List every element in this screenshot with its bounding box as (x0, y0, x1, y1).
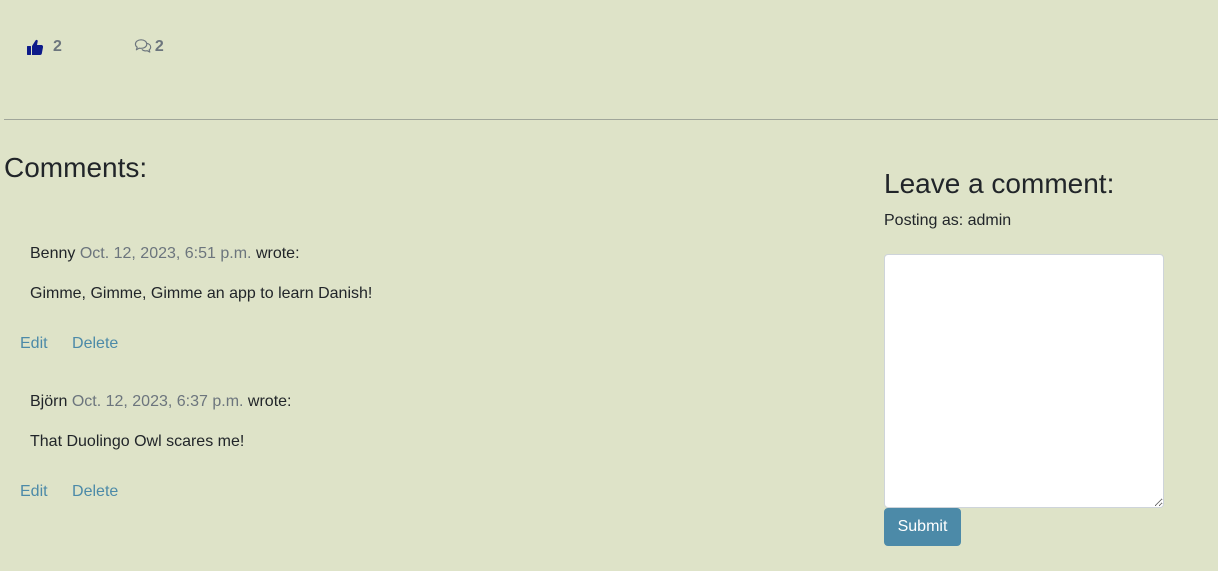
post-detail-page: 2 2 Comments: Benny Oct. 12, 2023, 6:51 … (0, 0, 1218, 571)
comment-author: Björn (30, 393, 68, 410)
post-stats: 2 2 (26, 38, 164, 56)
comments-heading: Comments: (4, 152, 148, 183)
comments-count-link[interactable]: 2 (134, 38, 164, 56)
edit-comment-link[interactable]: Edit (20, 335, 48, 352)
leave-comment-heading: Leave a comment: (884, 168, 1115, 199)
comment-actions: Edit Delete (20, 335, 118, 353)
thumbs-up-icon (26, 38, 44, 56)
likes-count: 2 (53, 38, 62, 55)
comment-meta: Benny Oct. 12, 2023, 6:51 p.m. wrote: (30, 245, 300, 263)
comment-meta: Björn Oct. 12, 2023, 6:37 p.m. wrote: (30, 393, 292, 411)
edit-comment-link[interactable]: Edit (20, 483, 48, 500)
comments-count: 2 (154, 38, 164, 55)
comment-body: Gimme, Gimme, Gimme an app to learn Dani… (30, 285, 373, 302)
comments-icon (134, 38, 152, 56)
comment-actions: Edit Delete (20, 483, 118, 501)
delete-comment-link[interactable]: Delete (72, 483, 118, 500)
comment-date: Oct. 12, 2023, 6:37 p.m. (71, 393, 244, 410)
comment-date: Oct. 12, 2023, 6:51 p.m. (79, 245, 252, 262)
section-divider (4, 119, 1218, 120)
comment-textarea[interactable] (884, 254, 1164, 508)
like-button[interactable]: 2 (26, 38, 62, 56)
comment-body: That Duolingo Owl scares me! (30, 433, 245, 450)
delete-comment-link[interactable]: Delete (72, 335, 118, 352)
comment-author: Benny (30, 245, 76, 262)
submit-button[interactable]: Submit (884, 508, 961, 546)
comment-wrote: wrote: (247, 393, 292, 410)
posting-as-text: Posting as: admin (884, 212, 1012, 229)
comment-wrote: wrote: (255, 245, 300, 262)
